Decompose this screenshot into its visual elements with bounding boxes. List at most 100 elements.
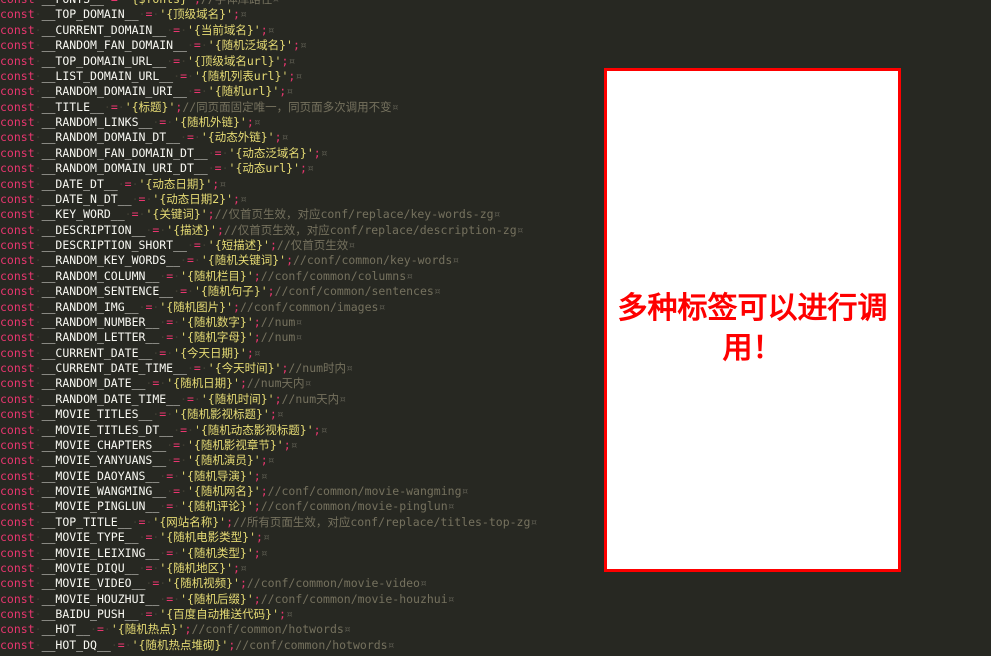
- annotation-callout-box: 多种标签可以进行调用！: [604, 68, 901, 572]
- keyword-const: const: [0, 115, 35, 129]
- const-identifier: __RANDOM_DOMAIN_URI__: [41, 84, 187, 99]
- eol-mark: ¤: [288, 53, 296, 68]
- code-comment: //num: [260, 314, 296, 329]
- const-identifier: __RANDOM_DOMAIN_DT__: [41, 130, 181, 145]
- const-value: '{随机句子}': [193, 284, 268, 299]
- keyword-const: const: [0, 437, 35, 452]
- const-identifier: __RANDOM_FAN_DOMAIN__: [41, 38, 187, 53]
- const-value: '{随机视频}': [166, 576, 240, 591]
- const-value: '{随机字母}': [180, 330, 254, 345]
- const-value: '{顶级域名}': [159, 7, 234, 22]
- const-identifier: __HOT__: [41, 622, 91, 637]
- eol-mark: ¤: [406, 268, 414, 283]
- assign-operator: =: [186, 391, 194, 406]
- const-identifier: __RANDOM_DOMAIN_URI_DT__: [41, 161, 208, 176]
- keyword-const: const: [0, 422, 35, 437]
- const-identifier: __MOVIE_PINGLUN__: [41, 499, 160, 514]
- keyword-const: const: [0, 238, 35, 252]
- eol-mark: ¤: [447, 499, 455, 514]
- eol-mark: ¤: [260, 545, 268, 560]
- eol-mark: ¤: [281, 130, 289, 145]
- keyword-const: const: [0, 22, 35, 37]
- const-identifier: __FONTS__: [42, 0, 104, 6]
- const-identifier: __TOP_TITLE__: [41, 514, 132, 529]
- const-identifier: __MOVIE_VIDEO__: [41, 576, 146, 591]
- const-identifier: __MOVIE_TITLES__: [41, 407, 153, 422]
- keyword-const: const: [0, 299, 35, 314]
- eol-mark: ¤: [276, 407, 284, 422]
- keyword-const: const: [0, 607, 35, 621]
- code-comment: //conf/common/movie-wangming: [267, 484, 462, 498]
- code-line: const·__TOP_DOMAIN__·=·'{顶级域名}';¤: [0, 7, 247, 22]
- const-value: '{顶级域名url}': [187, 53, 282, 68]
- const-value: '{今天时间}': [207, 361, 282, 375]
- code-line: const·__CURRENT_DOMAIN__·=·'{当前域名}';¤: [0, 22, 275, 37]
- const-identifier: __KEY_WORD__: [41, 207, 125, 222]
- const-value: '{随机关键词}': [200, 253, 287, 268]
- code-comment: //num: [260, 330, 296, 345]
- eol-mark: ¤: [516, 222, 524, 237]
- const-value: '{随机网名}': [187, 484, 261, 498]
- assign-operator: =: [180, 284, 187, 299]
- code-comment: //num天内: [281, 391, 340, 406]
- const-identifier: __RANDOM_KEY_WORDS__: [41, 253, 181, 268]
- keyword-const: const: [0, 468, 35, 483]
- code-comment: //同页面固定唯一，同页面多次调用不变: [182, 99, 392, 114]
- keyword-const: const: [0, 514, 35, 529]
- const-identifier: __MOVIE_LEIXING__: [41, 545, 160, 560]
- eol-mark: ¤: [348, 238, 356, 252]
- const-identifier: __TOP_DOMAIN_URL__: [41, 53, 167, 68]
- code-comment: //所有页面生效，对应conf/replace/titles-top-zg: [233, 514, 531, 529]
- keyword-const: const: [0, 38, 35, 53]
- eol-mark: ¤: [295, 330, 303, 345]
- const-value: '{随机栏目}': [180, 268, 254, 283]
- code-line: const·__BAIDU_PUSH__·=·'{百度自动推送代码}';¤: [0, 607, 293, 621]
- const-identifier: __MOVIE_HOUZHUI__: [41, 591, 160, 606]
- const-value: '{$fonts}': [125, 0, 194, 6]
- keyword-const: const: [0, 545, 35, 560]
- assign-operator: =: [193, 238, 201, 252]
- eol-mark: ¤: [320, 422, 328, 437]
- eol-mark: ¤: [306, 161, 314, 176]
- eol-mark: ¤: [262, 530, 270, 545]
- code-comment: //仅首页生效，对应conf/replace/description-zg: [223, 222, 517, 237]
- assign-operator: =: [96, 622, 104, 637]
- eol-mark: ¤: [339, 391, 347, 406]
- assign-operator: =: [111, 0, 118, 6]
- keyword-const: const: [0, 191, 35, 206]
- assign-operator: =: [180, 68, 187, 83]
- const-identifier: __RANDOM_LETTER__: [41, 330, 160, 345]
- const-identifier: __DATE_DT__: [41, 176, 118, 191]
- assign-operator: =: [186, 253, 194, 268]
- eol-mark: ¤: [239, 7, 247, 22]
- const-value: '{随机电影类型}': [159, 530, 257, 545]
- const-identifier: __LIST_DOMAIN_URL__: [41, 68, 174, 83]
- keyword-const: const: [0, 207, 35, 222]
- const-value: '{随机地区}': [159, 560, 234, 575]
- const-value: '{动态日期}': [138, 176, 213, 191]
- keyword-const: const: [0, 253, 35, 268]
- keyword-const: const: [0, 7, 35, 22]
- keyword-const: const: [0, 161, 35, 176]
- const-identifier: __CURRENT_DOMAIN__: [41, 22, 167, 37]
- const-value: '{随机后缀}': [180, 591, 254, 606]
- keyword-const: const: [0, 68, 35, 83]
- const-value: '{网站名称}': [152, 514, 227, 529]
- const-identifier: __RANDOM_DATE_TIME__: [41, 391, 181, 406]
- assign-operator: =: [186, 130, 194, 145]
- keyword-const: const: [0, 99, 35, 114]
- code-comment: //conf/common/columns: [260, 268, 407, 283]
- const-value: '{随机影视章节}': [187, 437, 284, 452]
- const-identifier: __RANDOM_LINKS__: [41, 115, 153, 129]
- code-comment: //conf/common/movie-pinglun: [260, 499, 448, 514]
- assign-operator: =: [124, 176, 132, 191]
- keyword-const: const: [0, 622, 35, 637]
- code-comment: //仅首页生效，对应conf/replace/key-words-zg: [214, 207, 494, 222]
- const-identifier: __CURRENT_DATE_TIME__: [41, 361, 187, 375]
- assign-operator: =: [193, 38, 201, 53]
- keyword-const: const: [0, 176, 35, 191]
- const-value: '{今天日期}': [173, 345, 247, 360]
- eol-mark: ¤: [267, 453, 275, 468]
- const-value: '{随机数字}': [180, 314, 254, 329]
- const-value: '{随机url}': [207, 84, 280, 99]
